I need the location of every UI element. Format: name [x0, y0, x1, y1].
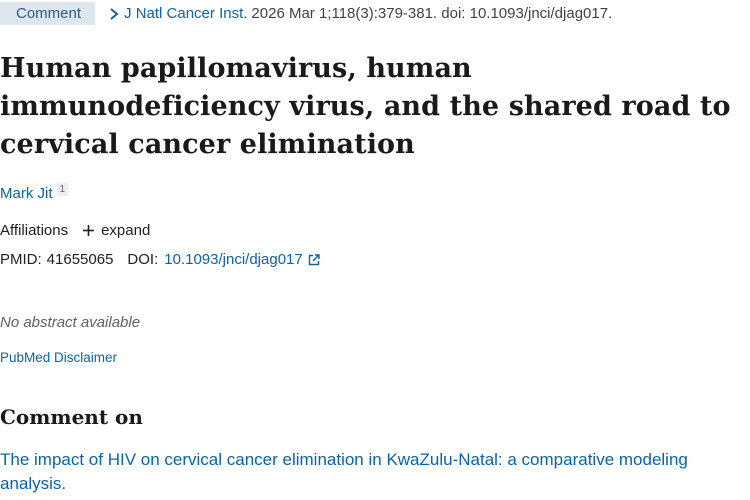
- citation-text: 2026 Mar 1;118(3):379-381. doi: 10.1093/…: [251, 5, 613, 22]
- affiliations-row: Affiliations expand: [0, 222, 150, 239]
- plus-icon: [83, 225, 95, 236]
- citation-bar: Comment J Natl Cancer Inst. 2026 Mar 1;1…: [0, 0, 612, 27]
- external-link-icon[interactable]: [308, 253, 320, 266]
- commented-article-link[interactable]: The impact of HIV on cervical cancer eli…: [0, 448, 700, 496]
- journal-link[interactable]: J Natl Cancer Inst.: [124, 5, 247, 22]
- expand-label: expand: [101, 222, 151, 239]
- pubmed-disclaimer-link[interactable]: PubMed Disclaimer: [0, 350, 117, 365]
- no-abstract-note: No abstract available: [0, 314, 141, 331]
- pmid-label: PMID:: [0, 251, 42, 268]
- article-page: Comment J Natl Cancer Inst. 2026 Mar 1;1…: [0, 0, 750, 500]
- article-title: Human papillomavirus, human immunodefici…: [0, 53, 731, 160]
- identifiers-row: PMID: 41655065 DOI: 10.1093/jnci/djag017: [0, 251, 320, 268]
- affiliation-number[interactable]: 1: [56, 183, 69, 196]
- doi-link[interactable]: 10.1093/jnci/djag017: [164, 251, 302, 268]
- comment-on-heading: Comment on: [0, 405, 143, 429]
- authors-list: Mark Jit 1: [0, 183, 69, 202]
- comment-badge: Comment: [0, 2, 96, 25]
- doi-label: DOI:: [127, 251, 159, 268]
- affiliations-label: Affiliations: [0, 222, 69, 239]
- pmid-value: 41655065: [46, 251, 114, 268]
- expand-affiliations-button[interactable]: expand: [82, 222, 150, 239]
- author-link[interactable]: Mark Jit: [0, 185, 53, 202]
- chevron-right-icon: [110, 7, 119, 20]
